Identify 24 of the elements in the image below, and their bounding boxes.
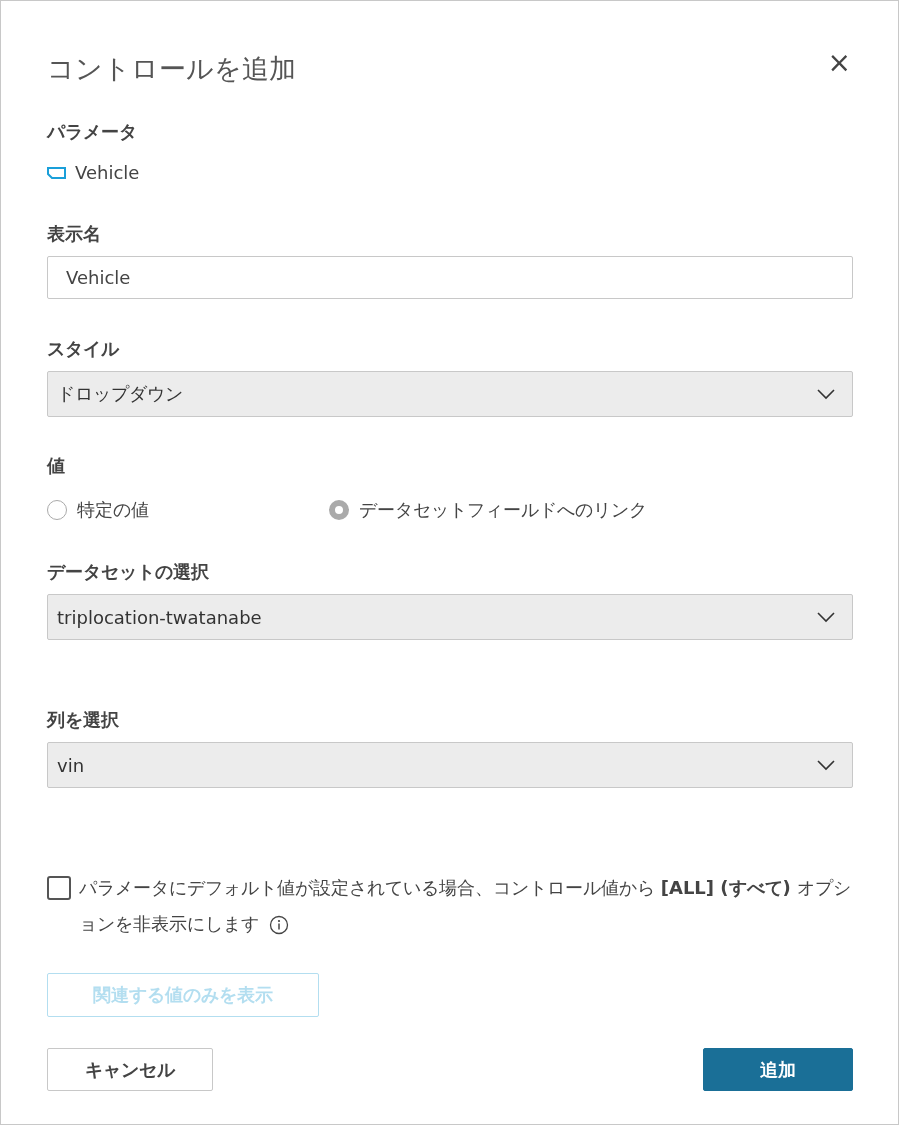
field-label: 値 (47, 454, 66, 478)
add-button[interactable]: 追加 (703, 1048, 853, 1091)
tag-icon (47, 166, 67, 180)
info-icon (268, 915, 289, 935)
dropdown[interactable]: triplocation-twatanabe (47, 594, 853, 640)
close-button[interactable]: × (825, 48, 853, 78)
field-label: データセットの選択 (47, 560, 210, 584)
radio-option[interactable]: データセットフィールドへのリンク (329, 497, 853, 523)
field-label: パラメータ (47, 120, 138, 144)
checkbox[interactable] (47, 876, 71, 900)
checkbox-label: パラメータにデフォルト値が設定されている場合、コントロール値から [ALL] (すべて) オプションを非表示にします (79, 876, 852, 937)
chevron-icon (816, 611, 836, 623)
chevron-icon (816, 388, 836, 400)
field-label: 列を選択 (47, 708, 120, 732)
dropdown[interactable]: ドロップダウン (47, 371, 853, 417)
cancel-button[interactable]: キャンセル (47, 1048, 213, 1091)
parameter-name: Vehicle (75, 161, 140, 185)
dialog-title: コントロールを追加 (47, 52, 296, 86)
dropdown[interactable]: vin (47, 742, 853, 788)
field-label: スタイル (47, 337, 121, 361)
field-label: 表示名 (47, 222, 102, 246)
chevron-icon (816, 759, 836, 771)
radio-option[interactable]: 特定の値 (47, 497, 329, 523)
text-field[interactable]: Vehicle (47, 256, 853, 299)
